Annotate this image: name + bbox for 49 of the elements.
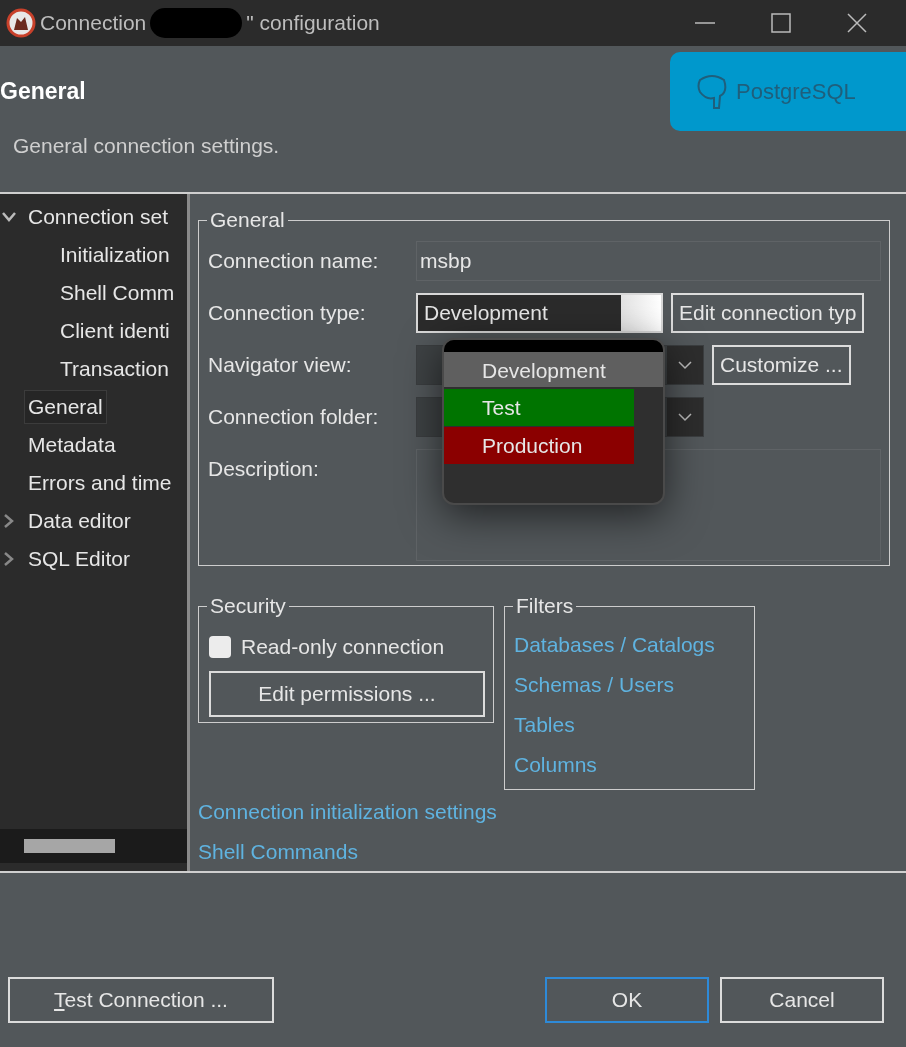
- tree-item[interactable]: General: [24, 390, 107, 424]
- window-title: " configuration: [246, 10, 380, 37]
- field-value: msbp: [420, 248, 472, 275]
- filter-link[interactable]: Columns: [514, 749, 754, 789]
- dialog-button[interactable]: Edit connection typ: [671, 293, 865, 333]
- app-icon: [6, 8, 36, 38]
- field-label: Description:: [207, 456, 320, 482]
- filter-link[interactable]: Databases / Catalogs: [514, 629, 754, 669]
- tree-item[interactable]: Connection set: [28, 201, 169, 233]
- logo-text: PostgreSQL: [736, 78, 856, 106]
- checkbox-label: Read-only connection: [241, 634, 445, 660]
- tree-item[interactable]: Data editor: [28, 505, 131, 537]
- scrollbar[interactable]: [0, 829, 187, 863]
- dialog-button[interactable]: OK: [545, 977, 709, 1023]
- page-description: General connection settings.: [13, 133, 280, 159]
- window-title: Connection: [40, 10, 147, 37]
- dialog-button[interactable]: Customize ...: [712, 345, 851, 385]
- settings-link[interactable]: Connection initialization settings: [198, 796, 497, 836]
- checkbox[interactable]: [209, 635, 231, 658]
- field-label: Connection type:: [207, 300, 367, 326]
- tree-item[interactable]: Metadata: [28, 429, 116, 461]
- chevron-down-icon: [677, 360, 693, 370]
- dropdown-option[interactable]: Test: [444, 389, 634, 426]
- tree-item[interactable]: SQL Editor: [28, 543, 130, 575]
- chevron-down-icon[interactable]: [0, 210, 18, 224]
- field-label: Navigator view:: [207, 352, 353, 378]
- filter-link[interactable]: Schemas / Users: [514, 669, 754, 709]
- field-value: Development: [424, 300, 548, 327]
- dialog-button[interactable]: Test Connection ...: [8, 977, 274, 1023]
- tree-item[interactable]: Client identi: [60, 315, 170, 347]
- tree-item[interactable]: Errors and time: [28, 467, 172, 499]
- tree-item[interactable]: Transaction: [60, 353, 169, 385]
- settings-link[interactable]: Shell Commands: [198, 836, 358, 876]
- dropdown-option[interactable]: Development: [444, 352, 663, 389]
- type-combo[interactable]: Development: [416, 293, 663, 333]
- maximize-icon[interactable]: [770, 12, 792, 34]
- tree-item[interactable]: Initialization: [60, 239, 170, 271]
- page-title: General: [0, 77, 86, 106]
- chevron-down-icon: [677, 412, 693, 422]
- dropdown-option[interactable]: Production: [444, 427, 634, 464]
- tree-item[interactable]: Shell Comm: [60, 277, 175, 309]
- field-label: Connection folder:: [207, 404, 380, 430]
- field-label: Connection name:: [207, 248, 380, 274]
- close-icon[interactable]: [846, 12, 868, 34]
- dialog-button[interactable]: Cancel: [720, 977, 884, 1023]
- filter-link[interactable]: Tables: [514, 709, 754, 749]
- text-field[interactable]: msbp: [416, 241, 881, 281]
- scroll-thumb[interactable]: [24, 839, 115, 853]
- dialog-button[interactable]: Edit permissions ...: [209, 670, 485, 717]
